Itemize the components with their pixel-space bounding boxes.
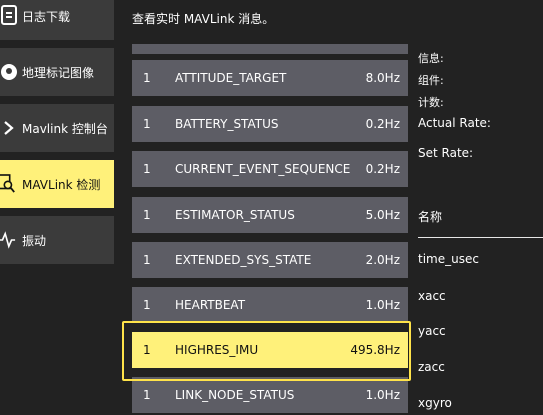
actual-rate-label: Actual Rate:: [418, 116, 491, 130]
vibration-icon: [0, 231, 16, 249]
sidebar-item-mavlink-console[interactable]: Mavlink 控制台: [0, 104, 114, 152]
message-name: ESTIMATOR_STATUS: [175, 208, 295, 222]
document-icon: [0, 5, 18, 25]
field-name: yacc: [418, 324, 446, 338]
message-row-battery-status[interactable]: 1 BATTERY_STATUS 0.2Hz: [132, 106, 408, 142]
message-system-id: 1: [143, 117, 151, 131]
message-rate: 1.0Hz: [365, 388, 400, 402]
field-name: zacc: [418, 360, 445, 374]
message-name: HEARTBEAT: [175, 298, 246, 312]
sidebar-item-label: 地理标记图像: [22, 66, 95, 80]
sidebar-item-vibration[interactable]: 振动: [0, 216, 114, 264]
message-name: LINK_NODE_STATUS: [175, 388, 295, 402]
divider: [418, 237, 543, 238]
message-row-attitude-target[interactable]: 1 ATTITUDE_TARGET 8.0Hz: [132, 60, 408, 96]
message-name: BATTERY_STATUS: [175, 117, 279, 131]
count-label: 计数:: [418, 96, 444, 109]
page-description: 查看实时 MAVLink 消息。: [132, 12, 275, 26]
message-rate: 8.0Hz: [365, 71, 400, 85]
sidebar: 日志下载 地理标记图像 Mavlink 控制台 MAVLink 检测 振动: [0, 0, 118, 415]
message-row-estimator-status[interactable]: 1 ESTIMATOR_STATUS 5.0Hz: [132, 197, 408, 233]
message-system-id: 1: [143, 298, 151, 312]
component-label: 组件:: [418, 74, 444, 87]
message-rate: 0.2Hz: [365, 117, 400, 131]
sidebar-item-log-download[interactable]: 日志下载: [0, 0, 114, 40]
sidebar-item-label: 日志下载: [22, 10, 71, 24]
message-row-heartbeat[interactable]: 1 HEARTBEAT 1.0Hz: [132, 287, 408, 323]
message-system-id: 1: [143, 208, 151, 222]
message-rate: 5.0Hz: [365, 208, 400, 222]
field-name: xacc: [418, 289, 446, 303]
message-name: CURRENT_EVENT_SEQUENCE: [175, 162, 351, 176]
message-row-extended-sys-state[interactable]: 1 EXTENDED_SYS_STATE 2.0Hz: [132, 242, 408, 278]
message-system-id: 1: [143, 71, 151, 85]
list-item[interactable]: [132, 44, 408, 54]
message-row-link-node-status[interactable]: 1 LINK_NODE_STATUS 1.0Hz: [132, 377, 408, 413]
selection-highlight-box: [122, 321, 411, 381]
message-name: EXTENDED_SYS_STATE: [175, 253, 312, 267]
message-row-current-event-sequence[interactable]: 1 CURRENT_EVENT_SEQUENCE 0.2Hz: [132, 151, 408, 187]
message-system-id: 1: [143, 388, 151, 402]
message-rate: 0.2Hz: [365, 162, 400, 176]
message-system-id: 1: [143, 162, 151, 176]
geotag-icon: [0, 63, 18, 81]
set-rate-label: Set Rate:: [418, 146, 474, 160]
message-info-label: 信息:: [418, 52, 444, 65]
sidebar-item-label: Mavlink 控制台: [22, 122, 108, 136]
message-detail-panel: 信息: 组件: 计数: Actual Rate: Set Rate: 名称 ti…: [418, 0, 543, 415]
field-name: xgyro: [418, 396, 452, 410]
sidebar-item-geotag-images[interactable]: 地理标记图像: [0, 48, 114, 96]
message-system-id: 1: [143, 253, 151, 267]
sidebar-item-mavlink-inspector[interactable]: MAVLink 检测: [0, 160, 114, 208]
message-rate: 1.0Hz: [365, 298, 400, 312]
field-name-header: 名称: [418, 210, 443, 224]
magnifier-document-icon: [0, 174, 16, 193]
message-name: ATTITUDE_TARGET: [175, 71, 287, 85]
sidebar-item-label: MAVLink 检测: [22, 178, 101, 192]
sidebar-item-label: 振动: [22, 234, 47, 248]
field-name: time_usec: [418, 252, 479, 266]
message-rate: 2.0Hz: [365, 253, 400, 267]
chevron-right-icon: [0, 119, 18, 137]
